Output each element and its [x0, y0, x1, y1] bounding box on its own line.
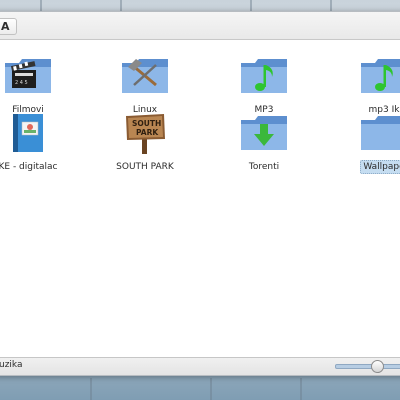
zoom-slider-handle[interactable] — [371, 360, 384, 373]
path-bar: A — [0, 12, 400, 40]
file-item-south-park[interactable]: SOUTH PARK SOUTH PARK — [90, 112, 200, 173]
folder-music-icon — [359, 55, 400, 97]
file-icon-view[interactable]: 2 4 5 Filmovi Linux MP3 mp3 Ik KE - digi… — [0, 40, 400, 358]
desktop-background: A 2 4 5 Filmovi Linux MP3 mp3 Ik KE - di… — [0, 0, 400, 400]
desktop-tree-trunk — [300, 378, 302, 400]
zoom-slider-track[interactable] — [335, 364, 400, 369]
status-bar: uzika — [0, 357, 400, 375]
status-text: uzika — [0, 360, 23, 370]
folder-icon — [359, 112, 400, 154]
file-label-selected: Wallpape — [360, 160, 400, 174]
file-label: SOUTH PARK — [116, 162, 174, 172]
folder-download-icon — [239, 112, 289, 154]
file-manager-window: A 2 4 5 Filmovi Linux MP3 mp3 Ik KE - di… — [0, 11, 400, 376]
folder-tools-icon — [120, 55, 170, 97]
south-park-sign-line2: PARK — [136, 128, 159, 137]
desktop-tree-trunk — [90, 378, 92, 400]
file-label: KE - digitalac — [0, 162, 58, 172]
file-item-mp3[interactable]: MP3 — [209, 55, 319, 116]
file-item-filmovi[interactable]: 2 4 5 Filmovi — [0, 55, 83, 116]
south-park-sign-icon: SOUTH PARK — [120, 112, 170, 154]
zoom-slider[interactable] — [335, 360, 400, 373]
file-item-mp3-ik[interactable]: mp3 Ik — [329, 55, 400, 116]
file-item-torenti[interactable]: Torenti — [209, 112, 319, 173]
file-item-wallpape[interactable]: Wallpape — [329, 112, 400, 174]
path-crumb-button[interactable]: A — [0, 18, 17, 35]
folder-music-icon — [239, 55, 289, 97]
folder-film-icon: 2 4 5 — [3, 55, 53, 97]
svg-text:2 4 5: 2 4 5 — [15, 80, 28, 86]
notebook-image-icon — [3, 112, 53, 154]
desktop-tree-trunk — [210, 378, 212, 400]
file-label: Torenti — [248, 162, 280, 172]
south-park-sign-line1: SOUTH — [132, 119, 161, 128]
file-item-ke-digitalac[interactable]: KE - digitalac — [0, 112, 83, 173]
file-item-linux[interactable]: Linux — [90, 55, 200, 116]
